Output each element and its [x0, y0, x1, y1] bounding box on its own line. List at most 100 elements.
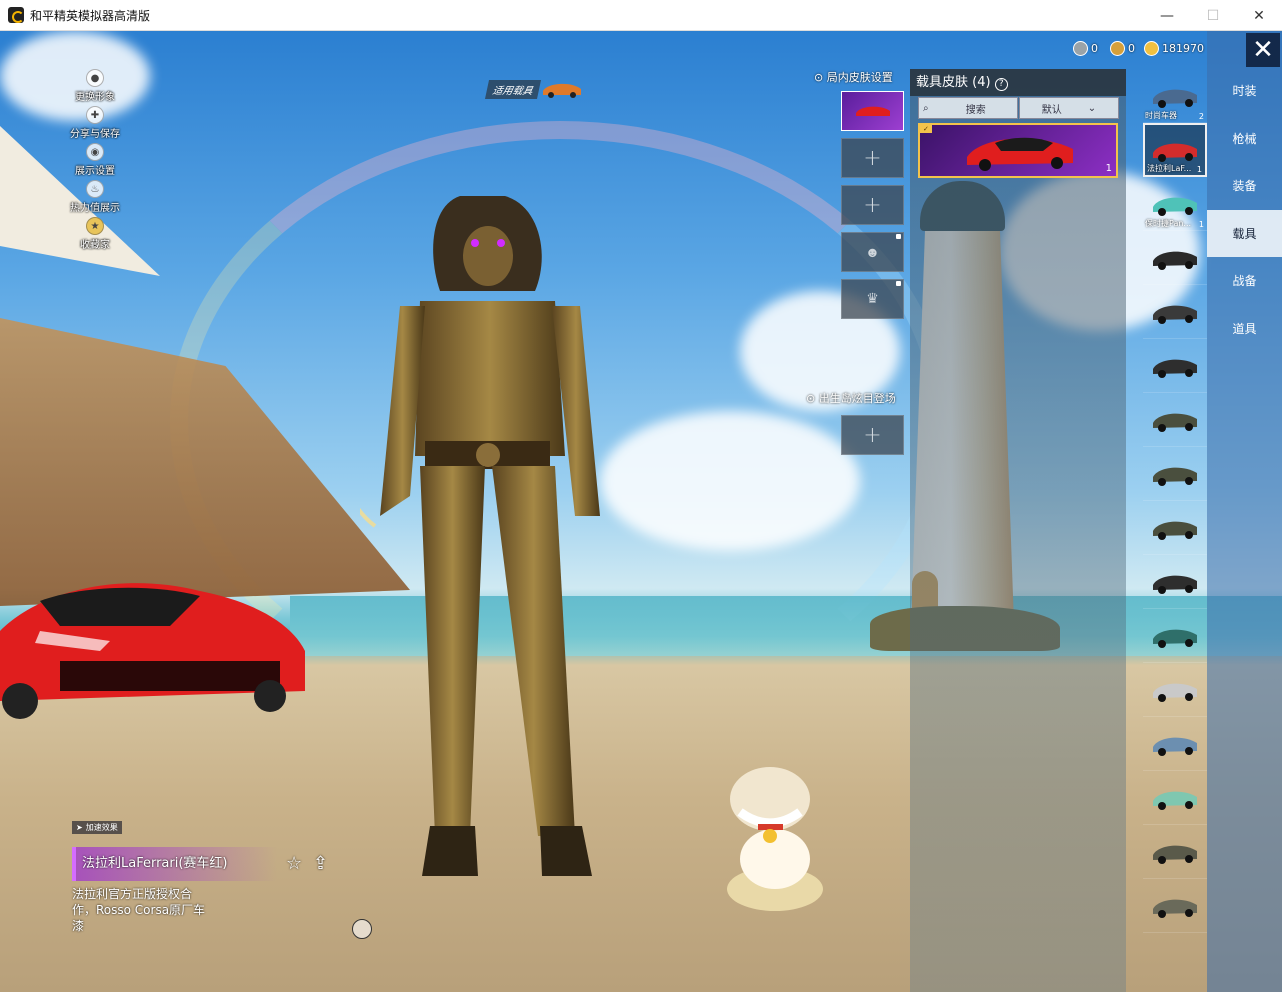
lock-icon [896, 281, 901, 286]
skin-count: 1 [1105, 163, 1112, 174]
category-fashion[interactable]: 时装 [1207, 67, 1282, 114]
maximize-button[interactable]: ☐ [1190, 0, 1236, 31]
vehicle-list: 时尚车器 2 法拉利LaF... 1 保时捷Pan... 1 [1143, 69, 1207, 933]
vehicle-thumbnail-icon [1153, 899, 1197, 918]
vehicle-list-item[interactable] [1143, 717, 1207, 771]
rotate-view-icon[interactable] [352, 919, 372, 939]
crown-icon: ♛ [866, 291, 879, 307]
window-title: 和平精英模拟器高清版 [30, 8, 151, 23]
vehicle-list-item[interactable] [1143, 609, 1207, 663]
boost-effect-tag[interactable]: ➤ 加速效果 [72, 821, 122, 834]
vehicle-list-item[interactable] [1143, 231, 1207, 285]
skin-slot-vehicle[interactable] [841, 91, 904, 131]
vehicle-list-item[interactable] [1143, 663, 1207, 717]
share-icon[interactable]: ⇪ [313, 853, 335, 875]
skin-slot-locked[interactable]: ☻ [841, 232, 904, 272]
vehicle-title: 法拉利LaFerrari(赛车红) [72, 847, 277, 881]
vehicle-list-item[interactable] [1143, 879, 1207, 933]
in-game-skin-settings-title: ⊙ 局内皮肤设置 [814, 71, 893, 84]
vehicle-name: 法拉利LaF... [1147, 164, 1192, 173]
vehicle-list-item[interactable]: 保时捷Pan... 1 [1143, 177, 1207, 231]
skin-slot-locked[interactable]: ♛ [841, 279, 904, 319]
person-icon: ● [86, 69, 104, 87]
vehicle-skin-panel [910, 69, 1126, 992]
skin-slot-empty[interactable]: + [841, 138, 904, 178]
vehicle-list-item[interactable] [1143, 285, 1207, 339]
skin-card-selected[interactable]: ✓ 1 [918, 123, 1118, 178]
vehicle-thumbnail-icon [1153, 467, 1197, 486]
applicable-vehicle-label: 适用载具 [484, 79, 542, 99]
vehicle-list-item[interactable] [1143, 501, 1207, 555]
category-items[interactable]: 道具 [1207, 305, 1282, 352]
share-save-icon: ✚ [86, 106, 104, 124]
vehicle-thumbnail-icon [1153, 521, 1197, 540]
vehicle-list-item[interactable] [1143, 393, 1207, 447]
pet-companion [727, 767, 823, 911]
skin-search-input[interactable]: ⌕ 搜索 [918, 97, 1018, 119]
left-menu-item-change-look[interactable]: ● 更换形象 [55, 69, 135, 106]
vehicle-thumbnail-icon [1153, 683, 1197, 702]
skin-slot-empty[interactable]: + [841, 185, 904, 225]
vehicle-name: 保时捷Pan... [1145, 219, 1192, 228]
vehicle-list-item[interactable] [1143, 825, 1207, 879]
vehicle-thumbnail-icon [1153, 575, 1197, 594]
vehicle-count: 1 [1198, 220, 1204, 229]
vehicle-thumbnail-icon [1153, 305, 1197, 324]
skin-new-tag: ✓ [920, 125, 932, 133]
left-menu-item-collector[interactable]: ★ 收藏家 [55, 217, 135, 254]
left-menu-item-display-settings[interactable]: ◉ 展示设置 [55, 143, 135, 180]
vehicle-thumbnail-icon [1153, 791, 1197, 810]
skin-red-car-image [967, 137, 1073, 171]
silver-coin-icon [1073, 41, 1088, 56]
vehicle-thumbnail-icon [1153, 251, 1197, 270]
skin-sort-select[interactable]: 默认 ⌄ [1019, 97, 1119, 119]
left-menu-item-heat-value[interactable]: ♨ 热力值展示 [55, 180, 135, 217]
plus-icon: + [863, 192, 882, 218]
vehicle-list-item[interactable] [1143, 555, 1207, 609]
applicable-vehicle-tag[interactable]: 适用载具 [484, 79, 583, 99]
vehicle-skin-header: 载具皮肤 (4) ? [910, 69, 1126, 96]
minimize-button[interactable]: — [1144, 0, 1190, 31]
currency-coupon: 181970 [1144, 41, 1204, 56]
search-icon: ⌕ [923, 102, 929, 114]
star-favorite-icon[interactable]: ☆ [286, 853, 308, 875]
category-readiness[interactable]: 战备 [1207, 257, 1282, 304]
coupon-icon [1144, 41, 1159, 56]
spawn-entrance-slot[interactable]: + [841, 415, 904, 455]
plus-icon: + [863, 145, 882, 171]
fire-icon: ♨ [86, 180, 104, 198]
chevron-down-icon: ⌄ [1087, 102, 1097, 114]
category-equipment[interactable]: 装备 [1207, 162, 1282, 209]
vehicle-thumbnail-icon [543, 83, 581, 98]
vehicle-thumbnail-icon [1153, 737, 1197, 756]
vehicle-list-item[interactable]: 法拉利LaF... 1 [1143, 123, 1207, 177]
lock-icon [896, 234, 901, 239]
window-close-button[interactable]: ✕ [1236, 0, 1282, 31]
gold-badge-icon [1110, 41, 1125, 56]
vehicle-list-item[interactable] [1143, 771, 1207, 825]
vehicle-thumbnail-icon [1153, 629, 1197, 648]
help-icon[interactable]: ? [994, 78, 1008, 91]
speed-icon: ➤ [76, 823, 83, 832]
close-button[interactable]: ✕ [1246, 33, 1280, 67]
eye-icon: ◉ [86, 143, 104, 161]
game-viewport: ● 更换形象 ✚ 分享与保存 ◉ 展示设置 ♨ 热力值展示 ★ 收藏家 适用载具… [0, 31, 1282, 992]
vehicle-list-item[interactable]: 时尚车器 2 [1143, 69, 1207, 123]
app-logo-icon [8, 7, 24, 23]
left-menu-item-share-save[interactable]: ✚ 分享与保存 [55, 106, 135, 143]
category-vehicles[interactable]: 载具 [1207, 210, 1282, 257]
vehicle-count: 2 [1198, 112, 1204, 121]
window-titlebar: 和平精英模拟器高清版 — ☐ ✕ [0, 0, 1282, 31]
character-silhouette-icon: ☻ [865, 244, 880, 261]
left-side-menu: ● 更换形象 ✚ 分享与保存 ◉ 展示设置 ♨ 热力值展示 ★ 收藏家 [55, 69, 135, 254]
currency-silver: 0 [1073, 41, 1098, 56]
category-firearms[interactable]: 枪械 [1207, 115, 1282, 162]
player-character [360, 196, 600, 876]
ferrari-car-scene [0, 583, 305, 719]
currency-gold: 0 [1110, 41, 1135, 56]
vehicle-thumbnail-icon [1153, 413, 1197, 432]
vehicle-list-item[interactable] [1143, 339, 1207, 393]
window-controls: — ☐ ✕ [1144, 0, 1282, 31]
vehicle-list-item[interactable] [1143, 447, 1207, 501]
vehicle-thumbnail-icon [1153, 845, 1197, 864]
